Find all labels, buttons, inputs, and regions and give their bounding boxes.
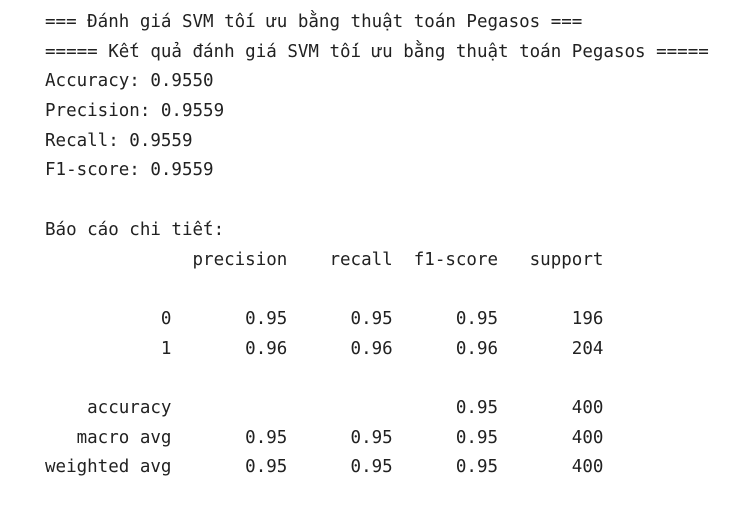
output-line-blank: [45, 364, 754, 394]
report-row-macro-avg: macro avg 0.95 0.95 0.95 400: [45, 427, 604, 448]
output-line-precision: Precision: 0.9559: [45, 101, 225, 122]
output-text: === Đánh giá SVM tối ưu bằng thuật toán …: [0, 0, 754, 483]
output-line-f1: F1-score: 0.9559: [45, 160, 214, 181]
output-line-recall: Recall: 0.9559: [45, 130, 193, 151]
output-line-blank: [45, 275, 754, 305]
report-header-row: precision recall f1-score support: [45, 249, 604, 270]
report-row-class-0: 0 0.95 0.95 0.95 196: [45, 308, 604, 329]
output-line-title: === Đánh giá SVM tối ưu bằng thuật toán …: [45, 12, 583, 32]
report-row-class-1: 1 0.96 0.96 0.96 204: [45, 338, 604, 359]
notebook-output-cell: === Đánh giá SVM tối ưu bằng thuật toán …: [0, 0, 754, 521]
report-row-weighted-avg: weighted avg 0.95 0.95 0.95 400: [45, 457, 604, 478]
report-row-accuracy: accuracy 0.95 400: [45, 397, 604, 418]
output-line-results-header: ===== Kết quả đánh giá SVM tối ưu bằng t…: [45, 41, 709, 62]
output-line-accuracy: Accuracy: 0.9550: [45, 71, 214, 92]
output-line-report-title: Báo cáo chi tiết:: [45, 219, 225, 240]
output-line-blank: [45, 186, 754, 216]
